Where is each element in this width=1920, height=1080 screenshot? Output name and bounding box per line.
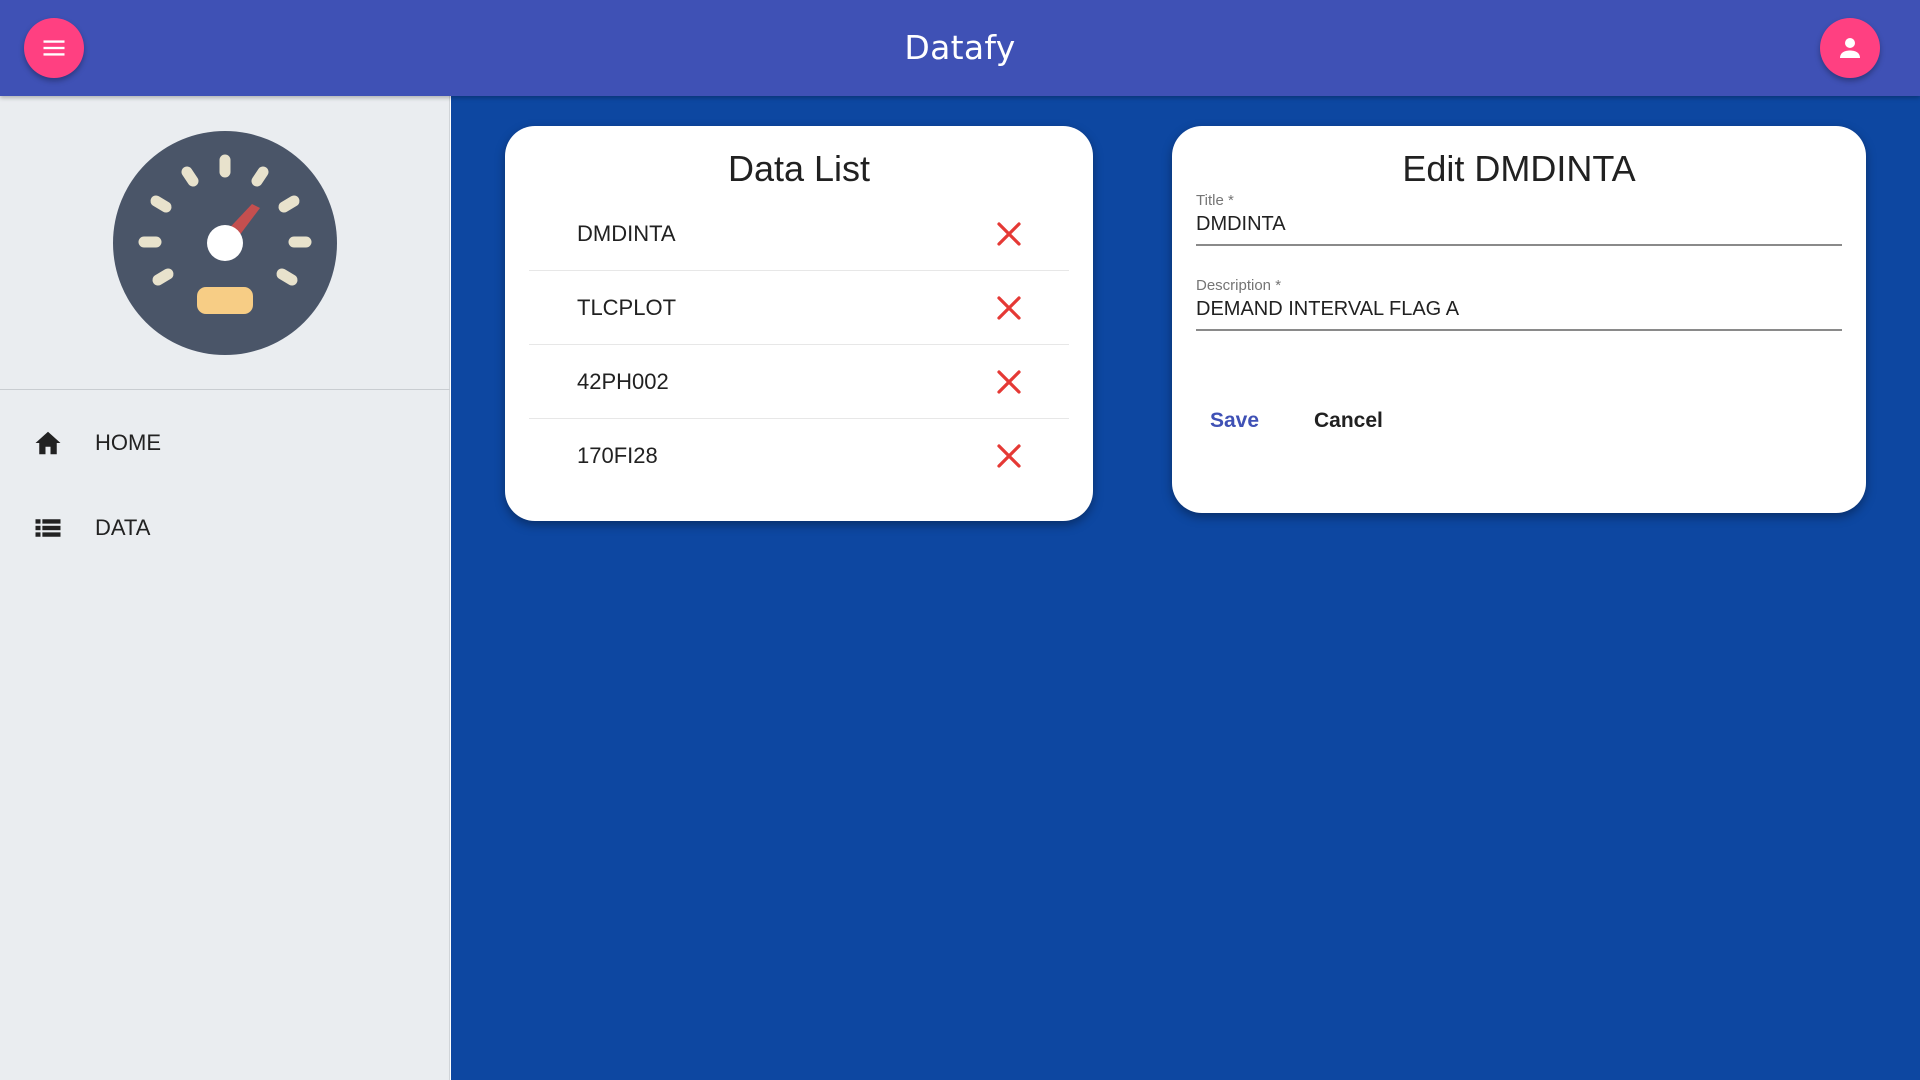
edit-card: Edit DMDINTA Title * Description * Save … — [1172, 126, 1866, 513]
sidebar-divider — [0, 389, 450, 390]
delete-button[interactable] — [989, 214, 1029, 254]
list-item[interactable]: TLCPLOT — [529, 271, 1069, 345]
list-item-label: 42PH002 — [577, 368, 669, 394]
account-button[interactable] — [1820, 18, 1880, 78]
account-icon — [1840, 38, 1860, 58]
delete-button[interactable] — [989, 362, 1029, 402]
close-icon — [997, 221, 1021, 246]
list-item[interactable]: 170FI28 — [529, 419, 1069, 493]
title-input[interactable] — [1196, 209, 1842, 246]
app-bar: Datafy — [0, 0, 1920, 96]
sidebar-item-label: DATA — [95, 515, 151, 540]
list-item-label: DMDINTA — [577, 220, 676, 246]
list-item[interactable]: DMDINTA — [529, 197, 1069, 271]
list-item[interactable]: 42PH002 — [529, 345, 1069, 419]
main-content: Data List DMDINTA TLCPLOT 42PH002 170FI2… — [451, 96, 1920, 1080]
cancel-button[interactable]: Cancel — [1302, 403, 1395, 439]
logo — [0, 96, 450, 389]
close-icon — [997, 444, 1021, 468]
list-item-label: TLCPLOT — [577, 294, 677, 320]
title-field-label: Title * — [1196, 192, 1234, 209]
title-field: Title * — [1196, 192, 1842, 246]
edit-title: Edit DMDINTA — [1402, 148, 1636, 189]
sidebar-item-home[interactable]: HOME — [0, 407, 450, 479]
description-field: Description * — [1196, 277, 1842, 331]
home-icon — [33, 428, 63, 458]
delete-button[interactable] — [989, 436, 1029, 476]
close-icon — [997, 369, 1021, 394]
sidebar-item-label: HOME — [95, 430, 161, 455]
app-title: Datafy — [904, 28, 1016, 67]
sidebar: HOME DATA — [0, 96, 450, 1080]
close-icon — [997, 295, 1021, 320]
list-icon — [33, 513, 63, 543]
delete-button[interactable] — [989, 288, 1029, 328]
list-item-label: 170FI28 — [577, 443, 658, 468]
description-field-label: Description * — [1196, 277, 1282, 294]
data-list-card: Data List DMDINTA TLCPLOT 42PH002 170FI2… — [505, 126, 1093, 521]
save-button[interactable]: Save — [1198, 403, 1271, 439]
speedometer-icon — [113, 130, 337, 355]
sidebar-item-data[interactable]: DATA — [0, 492, 450, 564]
description-input[interactable] — [1196, 294, 1842, 331]
data-list-title: Data List — [727, 148, 871, 189]
